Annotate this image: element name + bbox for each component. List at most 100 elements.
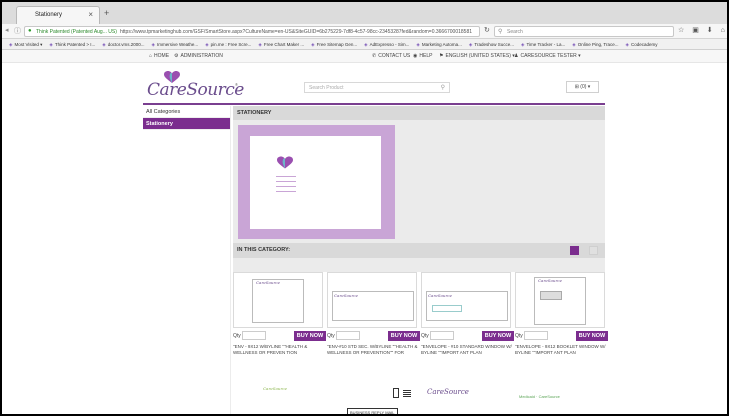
logo-trademark: ® — [235, 82, 238, 87]
bookmark-label: Tradeshow Succe... — [474, 42, 514, 47]
product-name[interactable]: "ENV-#10 STD SEC. W/BYLINE ""HEALTH & WE… — [327, 344, 419, 356]
bookmark-item[interactable]: ◈ Online Ping, Trace... — [572, 39, 618, 49]
quantity-input[interactable] — [336, 331, 360, 340]
search-icon[interactable]: ⚲ — [441, 84, 445, 91]
product-name[interactable]: "ENVELOPE - #10 STANDARD WINDOW W/ BYLIN… — [421, 344, 513, 356]
quantity-input[interactable] — [242, 331, 266, 340]
sidebar-item-all-categories[interactable]: All Categories — [143, 106, 230, 118]
bookmark-icon: ◈ — [572, 42, 576, 47]
bookmark-item[interactable]: ◈ Think Patented > I... — [49, 39, 96, 49]
heart-logo-icon — [164, 71, 180, 83]
bookmark-item[interactable]: ◈ Immersive Weathe... — [152, 39, 199, 49]
toolbar-icons[interactable]: ☆ ▣ ⬇ ⌂ ☰ — [678, 26, 727, 34]
grid-view-icon[interactable] — [570, 246, 579, 255]
hero-rule — [276, 181, 296, 182]
bookmark-item[interactable]: ◈ AdExpresso - Sim... — [364, 39, 410, 49]
bookmark-item[interactable]: ◈ Marketing Automa... — [416, 39, 462, 49]
product-image[interactable]: BUSINESS REPLY MAIL — [327, 380, 417, 414]
reload-icon[interactable]: ↻ — [484, 26, 490, 34]
bookmark-icon: ◈ — [205, 42, 209, 47]
product-image[interactable]: CareSource — [515, 272, 605, 328]
qty-label: Qty — [233, 333, 241, 339]
bookmark-item[interactable]: ◈ doctor.vms.2000... — [102, 39, 145, 49]
product-image[interactable]: Medicaid · CareSource — [515, 380, 605, 414]
bookmark-item[interactable]: ◈ Free Chart Maker ... — [258, 39, 304, 49]
thumb-logo: Medicaid · CareSource — [519, 394, 560, 399]
bookmark-icon: ◈ — [468, 42, 473, 47]
navigation-toolbar: ◂ ⓘ ● Think Patented (Patented Aug... US… — [2, 24, 727, 39]
home-link[interactable]: ⌂ HOME — [149, 53, 169, 59]
cart-label: (0) ▾ — [580, 84, 591, 90]
bookmark-item[interactable]: ◈ Free Sitemap Gen... — [311, 39, 358, 49]
hero-rule — [276, 191, 296, 192]
bookmark-label: Think Patented > I... — [54, 42, 96, 47]
bookmark-item[interactable]: ◈ Codecademy — [625, 39, 658, 49]
product-image[interactable]: CareSource — [421, 380, 511, 414]
thumb-logo: CareSource — [428, 293, 452, 298]
thumb-logo: CareSource — [427, 388, 469, 396]
tab-strip: Stationery × + — [2, 2, 727, 24]
bookmark-icon: ◈ — [364, 42, 368, 47]
back-icon[interactable]: ◂ — [5, 26, 9, 34]
bookmark-icon: ◈ — [625, 42, 629, 47]
buy-now-button[interactable]: BUY NOW — [482, 331, 514, 341]
sidebar-item-stationery[interactable]: Stationery — [143, 118, 230, 130]
bookmark-label: Free Sitemap Gen... — [316, 42, 358, 47]
browser-window: Stationery × + ◂ ⓘ ● Think Patented (Pat… — [0, 0, 729, 416]
header-divider — [143, 103, 605, 105]
product-image[interactable]: CareSource — [327, 272, 417, 328]
envelope-window — [540, 291, 562, 300]
qty-label: Qty — [515, 333, 523, 339]
tab-stationery[interactable]: Stationery × — [16, 6, 100, 24]
bookmark-icon: ◈ — [520, 42, 525, 47]
account-menu[interactable]: ♟ CARESOURCE TESTER ▾ — [514, 53, 581, 59]
language-selector[interactable]: ⚑ ENGLISH (UNITED STATES) ▾ — [439, 53, 515, 59]
address-bar[interactable]: ● Think Patented (Patented Aug... US) ht… — [24, 26, 480, 37]
bookmark-label: Immersive Weathe... — [157, 42, 199, 47]
bookmark-item[interactable]: ◈ Most Visited ▾ — [9, 39, 42, 49]
product-name[interactable]: "ENVELOPE - 9X12 BOOKLET WINDOW W/ BYLIN… — [515, 344, 607, 356]
thumb-logo: CareSource — [263, 386, 287, 391]
heart-logo-icon — [277, 156, 293, 169]
cart-button[interactable]: ⊞ (0) ▾ — [566, 81, 599, 93]
buy-now-button[interactable]: BUY NOW — [388, 331, 420, 341]
product-image[interactable]: CareSource — [421, 272, 511, 328]
buy-now-button[interactable]: BUY NOW — [294, 331, 326, 341]
logo-text: CareSource — [147, 80, 244, 100]
close-icon[interactable]: × — [88, 10, 93, 19]
product-image[interactable]: CareSource — [233, 272, 323, 328]
thumb-logo: CareSource — [256, 280, 280, 285]
bookmark-label: AdExpresso - Sim... — [369, 42, 410, 47]
quantity-input[interactable] — [430, 331, 454, 340]
contact-label: CONTACT US — [378, 53, 411, 59]
product-name[interactable]: "ENV - 9X12 W/BYLINE ""HEALTH & WELLNESS… — [233, 344, 325, 356]
envelope-outline — [534, 277, 586, 325]
bookmark-icon: ◈ — [9, 42, 13, 47]
buy-now-button[interactable]: BUY NOW — [576, 331, 608, 341]
bookmarks-bar: ◈ Most Visited ▾ ◈ Think Patented > I... ◈ do… — [2, 39, 727, 50]
administration-link[interactable]: ⚙ ADMINISTRATION — [174, 53, 223, 59]
site-identity: Think Patented (Patented Aug... US) — [36, 29, 117, 35]
lock-icon: ● — [28, 28, 32, 34]
browser-search-input[interactable]: ⚲ Search — [494, 26, 674, 37]
product-search-input[interactable]: Search Product ⚲ — [304, 82, 450, 93]
new-tab-button[interactable]: + — [104, 9, 109, 18]
caresource-logo[interactable]: CareSource ® — [147, 71, 244, 100]
main-content: STATIONERY IN THIS CATEGORY: CareSource … — [233, 106, 608, 414]
info-icon[interactable]: ⓘ — [14, 26, 21, 36]
help-link[interactable]: ◉ HELP — [413, 53, 432, 59]
phone-icon: ✆ — [372, 53, 377, 59]
bookmark-label: doctor.vms.2000... — [107, 42, 145, 47]
bookmark-item[interactable]: ◈ pin.me : Free Scre... — [205, 39, 251, 49]
product-image[interactable]: CareSource — [233, 380, 323, 414]
bookmark-label: Codecademy — [631, 42, 658, 47]
bookmark-item[interactable]: ◈ Tradeshow Succe... — [468, 39, 514, 49]
bookmark-label: Marketing Automa... — [421, 42, 462, 47]
quantity-input[interactable] — [524, 331, 548, 340]
bookmark-item[interactable]: ◈ Time Tracker - La... — [520, 39, 565, 49]
browser-search-placeholder: Search — [507, 29, 523, 35]
list-view-icon[interactable] — [589, 246, 598, 255]
cart-icon: ⊞ — [574, 84, 579, 90]
url-text: https://www.tpmarketinghub.com/GSF/Smart… — [120, 29, 473, 35]
contact-link[interactable]: ✆ CONTACT US — [372, 53, 410, 59]
